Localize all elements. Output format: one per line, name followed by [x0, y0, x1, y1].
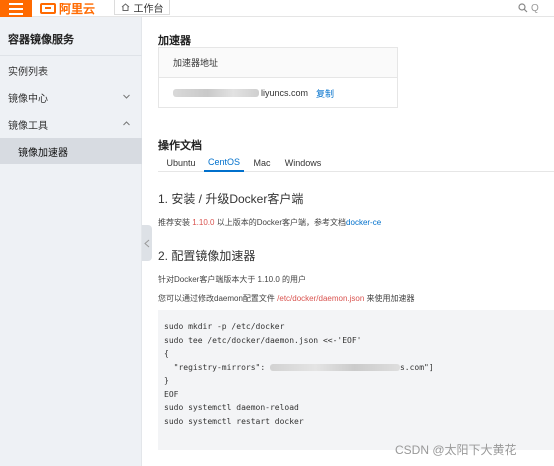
docker-ce-link[interactable]: docker-ce [346, 218, 381, 227]
step2-description-1: 针对Docker客户端版本大于 1.10.0 的用户 [158, 275, 307, 284]
tab-windows[interactable]: Windows [280, 153, 326, 172]
step2-text: 您可以通过修改daemon配置文件 [158, 294, 278, 303]
workbench-label: 工作台 [133, 3, 164, 15]
sidebar-item-image-center[interactable]: 镜像中心 [0, 84, 142, 110]
tab-mac[interactable]: Mac [250, 153, 274, 172]
code-line: } [164, 376, 169, 385]
step2-title: 2. 配置镜像加速器 [158, 249, 256, 263]
chevron-down-icon [123, 94, 130, 99]
main-content: 加速器 加速器地址 liyuncs.com 复制 操作文档 Ubuntu Cen… [152, 17, 554, 466]
code-line: { [164, 349, 169, 358]
os-tabs: Ubuntu CentOS Mac Windows [158, 153, 554, 172]
sidebar-item-label: 镜像中心 [8, 93, 48, 105]
aliyun-logo-icon [40, 3, 56, 14]
step2-description-2: 您可以通过修改daemon配置文件 /etc/docker/daemon.jso… [158, 293, 415, 304]
sidebar-item-label: 实例列表 [8, 66, 48, 78]
chevron-up-icon [123, 121, 130, 126]
step2-text-b: 来使用加速器 [364, 294, 415, 303]
sidebar-item-instances[interactable]: 实例列表 [0, 57, 142, 83]
sidebar-title: 容器镜像服务 [8, 34, 74, 46]
accelerator-address: liyuncs.com [261, 88, 309, 98]
logo-text: 阿里云 [59, 2, 96, 16]
accelerator-address-row: liyuncs.com 复制 [159, 78, 397, 108]
chevron-left-icon [144, 239, 150, 247]
aliyun-logo[interactable]: 阿里云 [40, 0, 95, 17]
step1-text: 推荐安装 [158, 218, 193, 227]
top-bar: 阿里云 工作台 Q [0, 0, 554, 17]
sidebar-divider [0, 55, 142, 56]
code-line-key: "registry-mirrors": [164, 362, 270, 372]
search-label: Q [531, 2, 539, 14]
code-line: sudo systemctl daemon-reload [164, 403, 299, 412]
home-icon [121, 3, 130, 11]
step1-version: 1.10.0 [192, 218, 215, 227]
daemon-config-path: /etc/docker/daemon.json [277, 294, 365, 303]
code-line: sudo mkdir -p /etc/docker [164, 322, 285, 331]
step1-description: 推荐安装 1.10.0 以上版本的Docker客户端，参考文档docker-ce [158, 217, 381, 228]
redacted-address [173, 89, 259, 97]
step1-text-b: 以上版本的Docker客户端，参考文档 [214, 218, 347, 227]
code-line: "registry-mirrors": s.com"] [164, 361, 548, 375]
redacted-mirror-url [269, 363, 400, 371]
code-line: EOF [164, 389, 179, 399]
docs-section-title: 操作文档 [158, 140, 202, 152]
workbench-button[interactable]: 工作台 [114, 0, 170, 15]
search-button[interactable]: Q [518, 0, 554, 16]
code-line: sudo tee /etc/docker/daemon.json <<-'EOF… [164, 335, 362, 345]
sidebar-item-label: 镜像加速器 [18, 147, 68, 159]
sidebar-item-image-tools[interactable]: 镜像工具 [0, 111, 142, 137]
tab-ubuntu[interactable]: Ubuntu [162, 153, 200, 172]
search-icon [518, 3, 528, 13]
sidebar-item-label: 镜像工具 [8, 120, 48, 132]
menu-icon[interactable] [0, 0, 32, 17]
accelerator-section-title: 加速器 [158, 35, 191, 47]
tab-centos[interactable]: CentOS [204, 153, 244, 172]
accelerator-table-header: 加速器地址 [159, 48, 397, 78]
code-block[interactable]: sudo mkdir -p /etc/docker sudo tee /etc/… [158, 310, 554, 450]
sidebar-item-image-accelerator[interactable]: 镜像加速器 [0, 138, 142, 164]
sidebar-collapse-handle[interactable] [142, 225, 152, 261]
accelerator-table: 加速器地址 liyuncs.com 复制 [158, 47, 398, 108]
copy-link[interactable]: 复制 [316, 87, 334, 100]
csdn-watermark: CSDN @太阳下大黄花 [395, 443, 517, 457]
sidebar: 容器镜像服务 实例列表 镜像中心 镜像工具 镜像加速器 [0, 17, 142, 466]
code-line-tail: s.com"] [399, 362, 434, 372]
code-line: sudo systemctl restart docker [164, 416, 304, 426]
step1-title: 1. 安装 / 升级Docker客户端 [158, 192, 304, 206]
